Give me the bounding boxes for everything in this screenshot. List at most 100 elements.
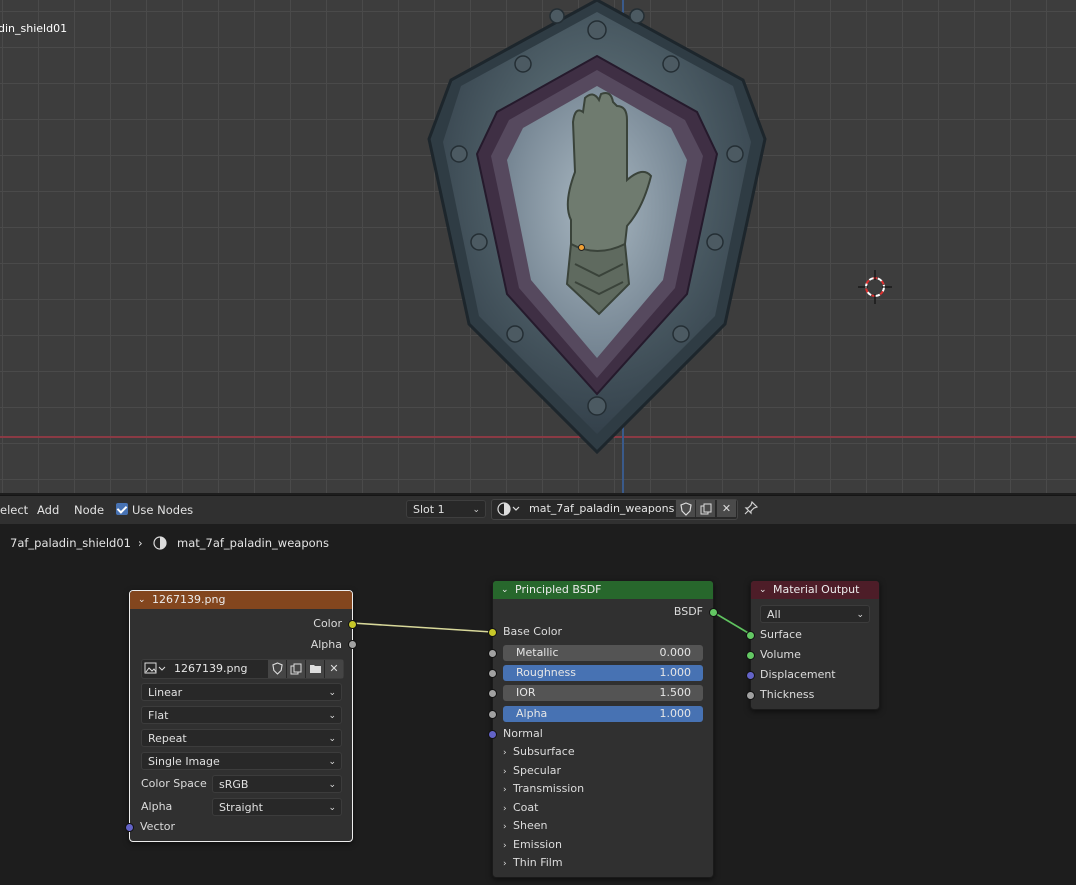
object-origin-dot xyxy=(578,244,585,251)
roughness-value: 1.000 xyxy=(659,666,692,679)
surface-label: Surface xyxy=(760,628,802,641)
fake-user-shield-icon[interactable] xyxy=(268,660,286,678)
image-node-title: 1267139.png xyxy=(152,593,226,606)
color-space-dropdown[interactable]: sRGB ⌄ xyxy=(212,775,342,793)
ior-field[interactable]: IOR 1.500 xyxy=(503,685,703,701)
extension-dropdown[interactable]: Repeat ⌄ xyxy=(141,729,342,747)
projection-dropdown[interactable]: Flat ⌄ xyxy=(141,706,342,724)
image-browse-icon[interactable] xyxy=(144,661,168,679)
chevron-right-icon: › xyxy=(503,804,507,814)
interpolation-dropdown[interactable]: Linear ⌄ xyxy=(141,683,342,701)
section-label: Thin Film xyxy=(513,856,563,869)
alpha-mode-label: Alpha xyxy=(141,800,173,813)
unlink-material-close-icon[interactable]: ✕ xyxy=(716,500,736,517)
alpha-mode-value: Straight xyxy=(219,801,263,814)
alpha-value: 1.000 xyxy=(659,707,692,720)
material-browse-icon[interactable] xyxy=(496,501,522,517)
3d-cursor-icon[interactable] xyxy=(858,270,892,304)
material-selector[interactable]: mat_7af_paladin_weapons ✕ xyxy=(491,499,738,520)
output-color-socket[interactable] xyxy=(348,620,357,629)
input-ior-socket[interactable] xyxy=(488,689,497,698)
chevron-right-icon: › xyxy=(503,748,507,758)
input-metallic-socket[interactable] xyxy=(488,649,497,658)
volume-label: Volume xyxy=(760,648,801,661)
bsdf-node-header[interactable]: ⌄ Principled BSDF xyxy=(493,581,713,599)
section-sheen[interactable]: › Sheen xyxy=(503,819,547,832)
use-nodes-checkbox[interactable] xyxy=(116,503,128,515)
breadcrumb-material[interactable]: mat_7af_paladin_weapons xyxy=(177,536,329,550)
input-alpha-socket[interactable] xyxy=(488,710,497,719)
shield-model[interactable] xyxy=(425,0,770,454)
breadcrumb-separator-icon: › xyxy=(138,536,143,550)
section-emission[interactable]: › Emission xyxy=(503,838,562,851)
section-label: Specular xyxy=(513,764,562,777)
bsdf-node-title: Principled BSDF xyxy=(515,583,602,596)
input-vector-socket[interactable] xyxy=(125,823,134,832)
pin-icon[interactable] xyxy=(744,500,759,518)
roughness-field[interactable]: Roughness 1.000 xyxy=(503,665,703,681)
section-coat[interactable]: › Coat xyxy=(503,801,538,814)
duplicate-image-icon[interactable] xyxy=(287,660,305,678)
target-value: All xyxy=(767,608,781,621)
chevron-down-icon: ⌄ xyxy=(328,780,336,790)
menu-add[interactable]: Add xyxy=(37,503,59,517)
chevron-right-icon: › xyxy=(503,841,507,851)
use-nodes-label[interactable]: Use Nodes xyxy=(132,503,193,517)
chevron-down-icon: ⌄ xyxy=(328,688,336,698)
input-vector-label: Vector xyxy=(140,820,176,833)
output-bsdf-label: BSDF xyxy=(673,605,703,618)
section-subsurface[interactable]: › Subsurface xyxy=(503,745,575,758)
output-alpha-socket[interactable] xyxy=(348,640,357,649)
slot-dropdown[interactable]: Slot 1 ⌄ xyxy=(406,500,486,518)
output-alpha-label: Alpha xyxy=(310,638,342,651)
extension-value: Repeat xyxy=(148,732,187,745)
source-value: Single Image xyxy=(148,755,220,768)
ior-label: IOR xyxy=(516,686,536,699)
chevron-down-icon[interactable]: ⌄ xyxy=(501,581,509,599)
alpha-mode-dropdown[interactable]: Straight ⌄ xyxy=(212,798,342,816)
fake-user-shield-icon[interactable] xyxy=(675,500,695,517)
input-roughness-socket[interactable] xyxy=(488,669,497,678)
base-color-label: Base Color xyxy=(503,625,563,638)
principled-bsdf-node[interactable]: ⌄ Principled BSDF BSDF Base Color Metall… xyxy=(488,580,718,878)
input-displacement-socket[interactable] xyxy=(746,671,755,680)
image-name-field[interactable]: 1267139.png xyxy=(174,662,247,675)
chevron-down-icon[interactable]: ⌄ xyxy=(138,591,146,609)
target-dropdown[interactable]: All ⌄ xyxy=(760,605,870,623)
output-node-header[interactable]: ⌄ Material Output xyxy=(751,581,879,599)
section-thin-film[interactable]: › Thin Film xyxy=(503,856,563,869)
material-output-node[interactable]: ⌄ Material Output All ⌄ Surface Volume Di… xyxy=(746,580,880,710)
output-bsdf-socket[interactable] xyxy=(709,608,718,617)
breadcrumb-object[interactable]: 7af_paladin_shield01 xyxy=(10,536,131,550)
unlink-image-close-icon[interactable]: ✕ xyxy=(325,660,343,678)
duplicate-material-icon[interactable] xyxy=(695,500,715,517)
projection-value: Flat xyxy=(148,709,169,722)
open-folder-icon[interactable] xyxy=(306,660,324,678)
input-normal-socket[interactable] xyxy=(488,730,497,739)
image-selector[interactable]: 1267139.png ✕ xyxy=(141,659,344,679)
chevron-down-icon: ⌄ xyxy=(328,757,336,767)
metallic-field[interactable]: Metallic 0.000 xyxy=(503,645,703,661)
input-volume-socket[interactable] xyxy=(746,651,755,660)
section-label: Emission xyxy=(513,838,562,851)
image-node-header[interactable]: ⌄ 1267139.png xyxy=(130,591,352,609)
metallic-label: Metallic xyxy=(516,646,559,659)
thickness-label: Thickness xyxy=(760,688,815,701)
input-thickness-socket[interactable] xyxy=(746,691,755,700)
alpha-field[interactable]: Alpha 1.000 xyxy=(503,706,703,722)
material-name-field[interactable]: mat_7af_paladin_weapons xyxy=(529,502,674,515)
ior-value: 1.500 xyxy=(659,686,692,699)
section-specular[interactable]: › Specular xyxy=(503,764,561,777)
chevron-right-icon: › xyxy=(503,785,507,795)
input-base-color-socket[interactable] xyxy=(488,628,497,637)
menu-node[interactable]: Node xyxy=(74,503,104,517)
source-dropdown[interactable]: Single Image ⌄ xyxy=(141,752,342,770)
input-surface-socket[interactable] xyxy=(746,631,755,640)
section-transmission[interactable]: › Transmission xyxy=(503,782,584,795)
output-node-title: Material Output xyxy=(773,583,860,596)
image-texture-node[interactable]: ⌄ 1267139.png Color Alpha 1267139.png ✕ … xyxy=(125,590,357,842)
3d-viewport[interactable]: din_shield01 xyxy=(0,0,1076,493)
menu-select[interactable]: elect xyxy=(0,503,28,517)
chevron-down-icon[interactable]: ⌄ xyxy=(759,581,767,599)
chevron-down-icon: ⌄ xyxy=(328,803,336,813)
